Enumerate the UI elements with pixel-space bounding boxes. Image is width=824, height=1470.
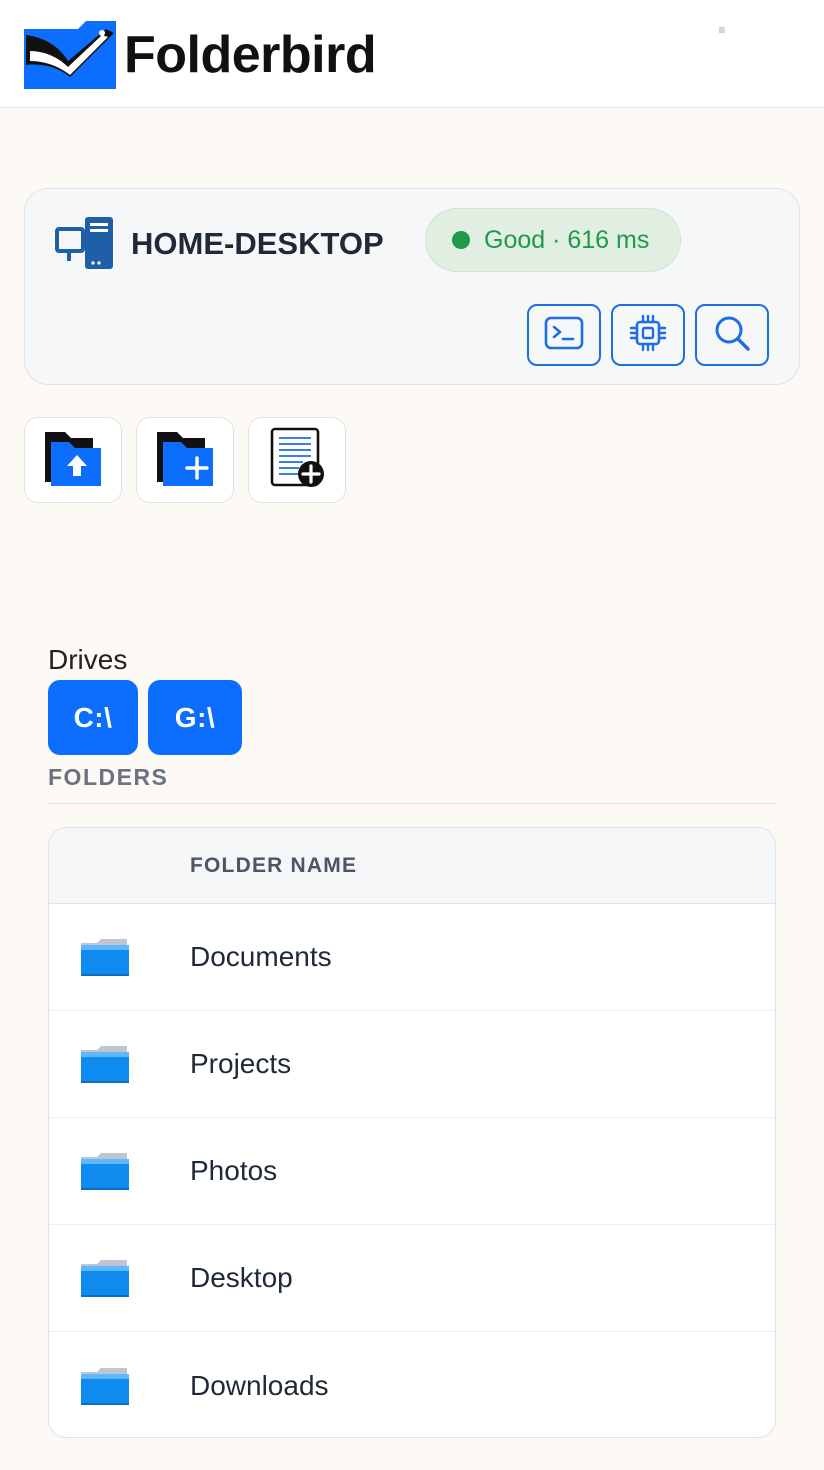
- table-row[interactable]: Downloads: [49, 1332, 775, 1437]
- host-name: HOME-DESKTOP: [131, 226, 384, 261]
- desktop-computer-icon: [55, 215, 115, 271]
- system-info-button[interactable]: [611, 304, 685, 366]
- table-row[interactable]: Projects: [49, 1011, 775, 1118]
- divider: [48, 803, 776, 804]
- table-row[interactable]: Desktop: [49, 1225, 775, 1332]
- status-dot-icon: [452, 231, 470, 249]
- table-header: FOLDER NAME: [49, 828, 775, 904]
- drive-list: C:\ G:\: [48, 680, 242, 755]
- search-button[interactable]: [695, 304, 769, 366]
- folder-name: Downloads: [190, 1369, 329, 1401]
- new-file-icon: [269, 426, 325, 495]
- folderbird-logo-icon[interactable]: [24, 21, 116, 89]
- folder-icon: [49, 1258, 190, 1298]
- folder-name: Documents: [190, 941, 332, 972]
- drives-label: Drives: [48, 644, 128, 675]
- cpu-chip-icon: [628, 313, 668, 358]
- folder-icon: [49, 1366, 190, 1406]
- folder-icon: [49, 1151, 190, 1191]
- terminal-button[interactable]: [527, 304, 601, 366]
- status-text: Good · 616 ms: [484, 225, 650, 254]
- folder-table: FOLDER NAME Documents Projects Photos De…: [48, 827, 776, 1438]
- table-row[interactable]: Documents: [49, 904, 775, 1011]
- top-bar: Folderbird ≡: [0, 0, 824, 108]
- new-folder-button[interactable]: [136, 417, 234, 503]
- drive-button-c[interactable]: C:\: [48, 680, 138, 755]
- menu-toggle-button[interactable]: ≡: [712, 22, 732, 38]
- host-actions: [527, 304, 769, 366]
- table-row[interactable]: Photos: [49, 1118, 775, 1225]
- brand-name: Folderbird: [124, 26, 377, 84]
- upload-folder-button[interactable]: [24, 417, 122, 503]
- search-icon: [712, 313, 752, 358]
- folder-name: Projects: [190, 1048, 292, 1079]
- folder-icon: [49, 1044, 190, 1084]
- column-header-folder-name: FOLDER NAME: [190, 853, 358, 877]
- host-card: HOME-DESKTOP Good · 616 ms: [24, 188, 800, 385]
- folder-name: Desktop: [190, 1262, 293, 1293]
- drive-button-g[interactable]: G:\: [148, 680, 242, 755]
- new-file-button[interactable]: [248, 417, 346, 503]
- toolbar: [24, 417, 346, 503]
- terminal-icon: [544, 316, 584, 355]
- folder-icon: [49, 937, 190, 977]
- folder-add-icon: [155, 430, 215, 491]
- connection-status-badge: Good · 616 ms: [425, 208, 681, 272]
- folder-name: Photos: [190, 1155, 278, 1186]
- folder-upload-icon: [43, 430, 103, 491]
- folders-heading: FOLDERS: [48, 764, 169, 790]
